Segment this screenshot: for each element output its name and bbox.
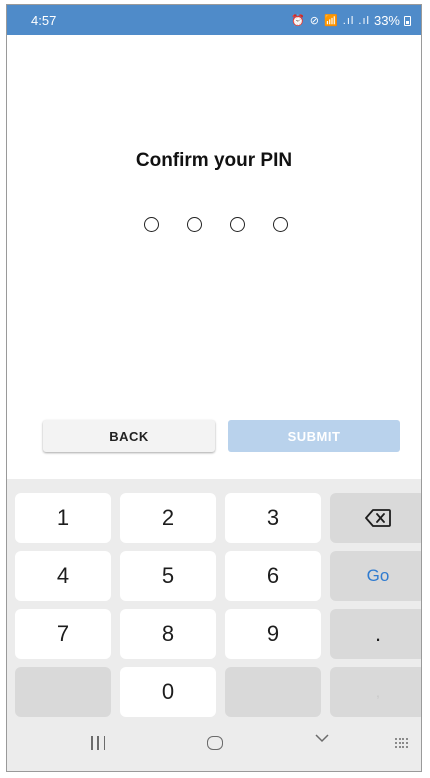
comma-key[interactable]: , [330,667,421,717]
page-title: Confirm your PIN [135,150,293,171]
key-0[interactable]: 0 [120,667,216,717]
go-key[interactable]: Go [330,551,421,601]
go-key-label: Go [366,566,390,585]
battery-icon [404,15,411,26]
pin-dot [144,217,159,232]
battery-level: 33% [373,13,400,28]
phone-screen: 4:57 ⏰ ⊘ 📶 .ıl .ıl 33% Confirm your PIN … [6,4,422,772]
navigation-bar [7,722,421,770]
pin-dot [273,217,288,232]
back-button[interactable]: BACK [43,420,215,452]
status-indicators: ⏰ ⊘ 📶 .ıl .ıl 33% [291,13,411,28]
backspace-key[interactable] [330,493,421,543]
key-7[interactable]: 7 [15,609,111,659]
key-2[interactable]: 2 [120,493,216,543]
numeric-keyboard: 1 2 3 4 5 6 Go 7 8 9 . 0 , [7,479,421,771]
key-6[interactable]: 6 [225,551,321,601]
key-5[interactable]: 5 [120,551,216,601]
key-1[interactable]: 1 [15,493,111,543]
blank-key [15,667,111,717]
home-icon[interactable] [207,736,223,750]
blank-key [225,667,321,717]
comma-key-label: , [376,684,380,700]
pin-dot [187,217,202,232]
key-8[interactable]: 8 [120,609,216,659]
pin-indicator [144,217,288,232]
status-bar: 4:57 ⏰ ⊘ 📶 .ıl .ıl 33% [7,5,421,35]
hide-keyboard-icon[interactable] [314,730,330,746]
key-9[interactable]: 9 [225,609,321,659]
keyboard-switch-icon[interactable] [395,738,409,748]
period-key[interactable]: . [330,609,421,659]
status-time: 4:57 [31,13,57,28]
backspace-icon [365,509,391,527]
pin-dot [230,217,245,232]
key-4[interactable]: 4 [15,551,111,601]
key-3[interactable]: 3 [225,493,321,543]
submit-button[interactable]: SUBMIT [228,420,400,452]
recent-apps-icon[interactable] [91,736,105,750]
signal-icons: ⏰ ⊘ 📶 .ıl .ıl [291,15,370,27]
